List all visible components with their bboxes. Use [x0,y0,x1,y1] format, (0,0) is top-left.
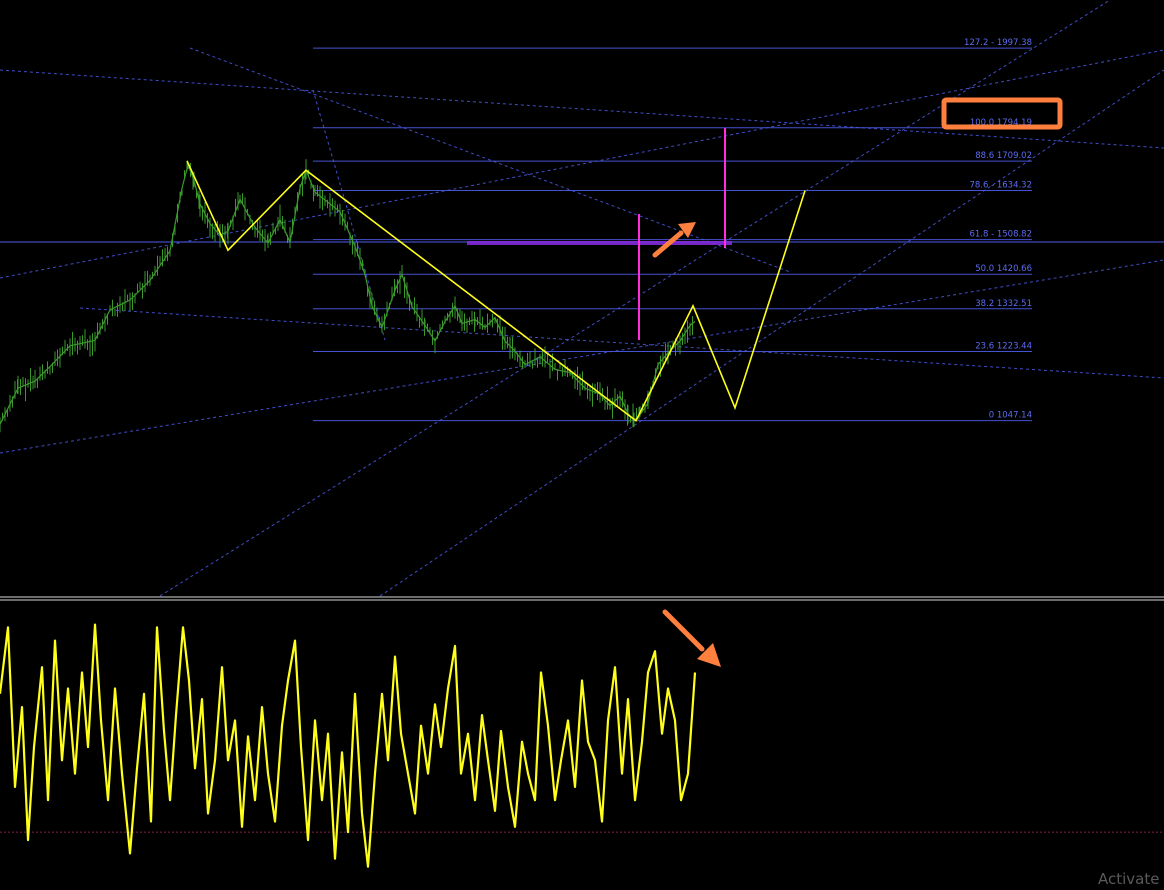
panel-divider [0,596,1164,601]
fib-level-label: 78.6 - 1634.32 [969,180,1032,190]
activation-watermark: Activate [1098,870,1160,888]
fib-level-label: 127.2 - 1997.38 [964,38,1032,48]
fib-level-label: 23.6 1223.44 [975,342,1032,352]
price-series [0,159,696,433]
fib-level-label: 61.8 - 1508.82 [969,230,1032,240]
zigzag-pattern [186,160,806,422]
annotations [467,97,1063,340]
trend-line [189,47,791,273]
fibonacci-levels: 127.2 - 1997.38100.0 1794.1988.6 1709.02… [313,38,1032,422]
trend-line [379,69,1164,597]
down-arrow-icon [662,609,705,652]
resistance-bar [467,241,732,245]
oscillator-line [0,623,697,868]
fib-level-label: 88.6 1709.02 [975,151,1032,161]
price-chart[interactable]: 127.2 - 1997.38 100.0 1794.19 88.6 1709.02… [0,0,1164,888]
zigzag-line [186,160,806,422]
trend-line [0,259,1164,454]
trend-line [0,69,1164,149]
fib-level-label: 50.0 1420.66 [975,264,1032,274]
oscillator-panel [0,609,1164,868]
fib-level-label: 38.2 1332.51 [975,299,1032,309]
fib-level-label: 0 1047.14 [989,411,1032,421]
chart-canvas: 127.2 - 1997.38100.0 1794.1988.6 1709.02… [0,0,1164,868]
trend-line [159,0,1111,597]
